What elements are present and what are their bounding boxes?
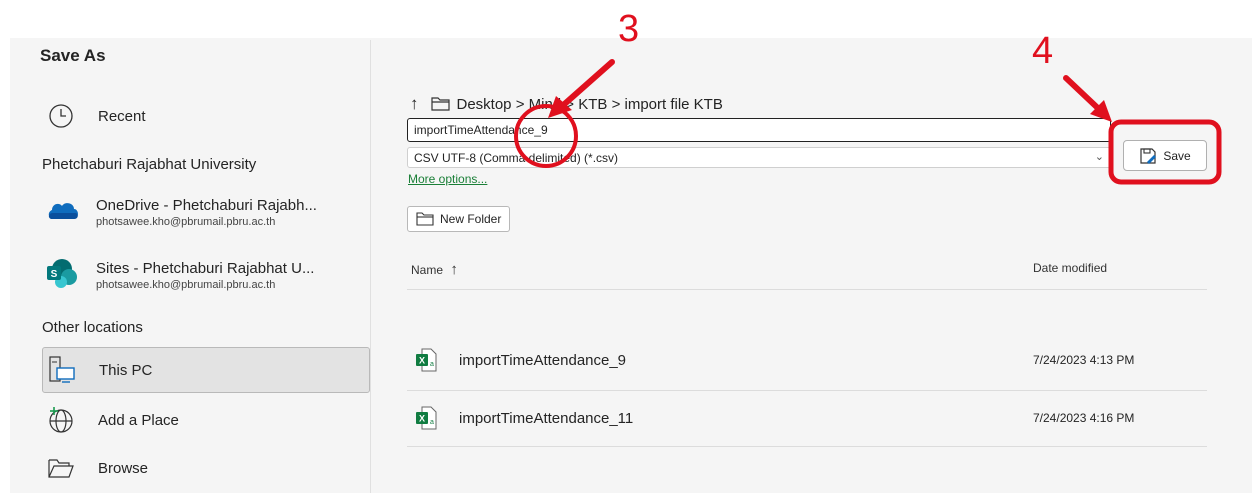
annotation-box-4 bbox=[1108, 119, 1222, 185]
annotation-arrow-4 bbox=[1063, 75, 1105, 115]
annotation-circle-3 bbox=[514, 104, 578, 168]
annotation-arrow-3 bbox=[557, 59, 615, 111]
annotation-overlay bbox=[514, 59, 1222, 185]
